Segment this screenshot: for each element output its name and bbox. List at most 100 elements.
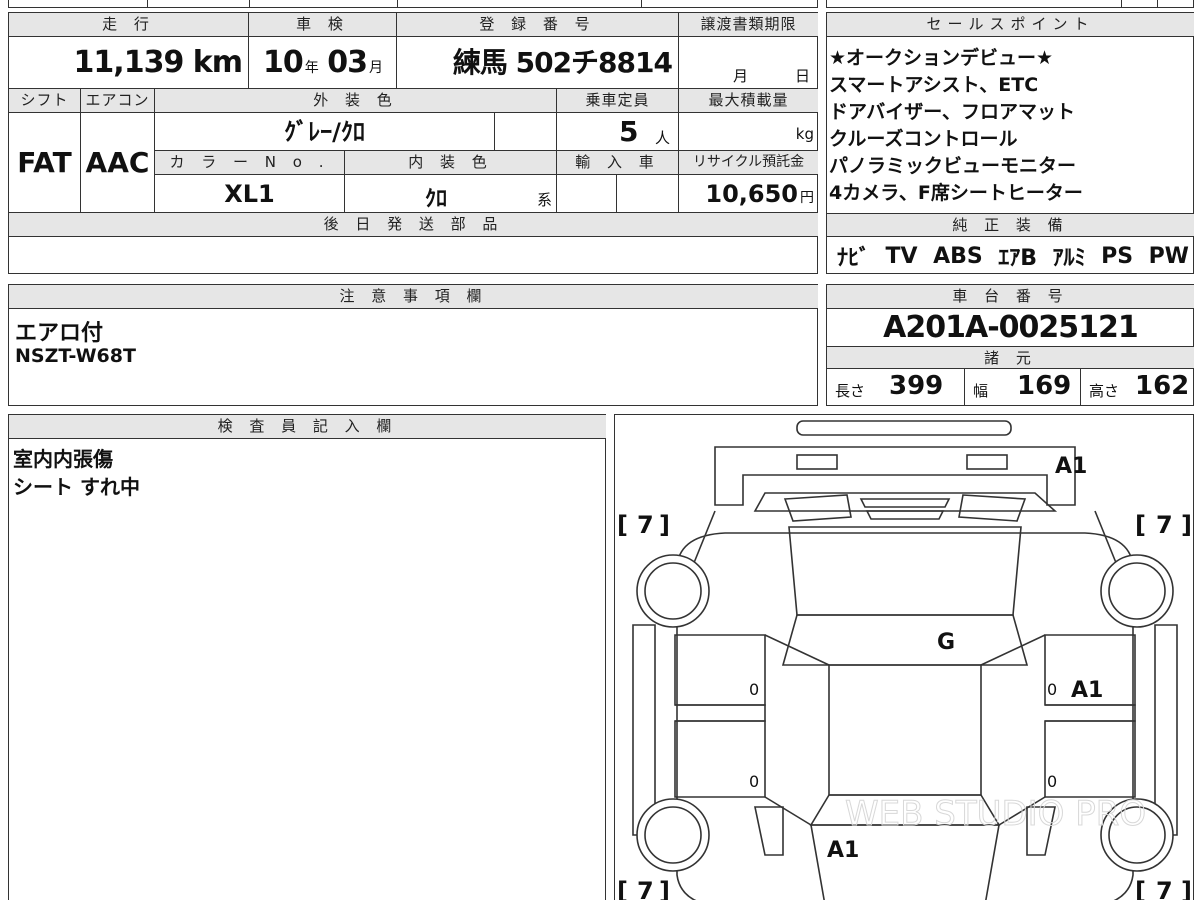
svg-text:]: ] [1181,877,1192,900]
mark-zero: 0 [749,772,759,791]
odometer-header: 走 行 [9,13,249,37]
odometer-value: 11,139 [73,45,185,80]
max-load-cell: kg [679,113,818,151]
width-cell: 幅 169 [965,369,1081,405]
sales-points-panel: セールスポイント ★オークションデビュー★ スマートアシスト、ETC ドアバイザ… [826,12,1194,274]
exterior-extra-cell [495,113,557,151]
registration-value: 練馬 502チ8814 [452,46,673,79]
import-cell-2 [617,175,679,213]
exterior-color-cell: ｸﾞﾚｰ/ｸﾛ [155,113,495,151]
recycle-fee-value: 10,650 [705,180,798,208]
max-load-unit: kg [795,125,814,143]
color-no-cell: XL1 [155,175,345,213]
svg-text:[: [ [1135,877,1146,900]
sales-points-header: セールスポイント [827,13,1194,37]
inspector-panel: 検 査 員 記 入 欄 室内内張傷 シート すれ中 [8,414,606,900]
ac-header: エアコン [81,89,155,113]
chassis-panel: 車 台 番 号 A201A-0025121 諸 元 長さ 399 幅 169 高… [826,284,1194,406]
recycle-fee-cell: 10,650 円 [679,175,818,213]
odometer-cell: 11,139 km [9,37,249,89]
width-label: 幅 [973,382,989,400]
transfer-day-unit: 日 [794,67,810,85]
svg-text:]: ] [659,877,670,900]
notes-line: NSZT-W68T [15,345,136,367]
interior-color-header: 内 装 色 [345,151,557,175]
inspector-header: 検 査 員 記 入 欄 [9,415,606,439]
ac-value: AAC [85,146,150,179]
car-diagram: [] [] [] [] 7 7 7 7 A1 G A1 A1 0 0 0 0 W… [617,420,1192,900]
svg-text:]: ] [1181,511,1192,539]
inspector-line: シート すれ中 [13,475,140,499]
vehicle-info-table: 走 行 車 検 登 録 番 号 譲渡書類期限 11,139 km 10 年 03 月… [8,12,818,274]
length-value: 399 [889,371,944,401]
import-header: 輸 入 車 [557,151,679,175]
svg-text:]: ] [659,511,670,539]
sales-points-list: ★オークションデビュー★ スマートアシスト、ETC ドアバイザー、フロアマット … [829,45,1191,207]
transfer-deadline-cell: 月 日 [679,37,818,89]
damage-diagram-panel: [] [] [] [] 7 7 7 7 A1 G A1 A1 0 0 0 0 W… [614,414,1194,900]
transfer-month-unit: 月 [733,67,749,85]
tire-depth-top-right: 7 [1156,511,1173,539]
notes-header: 注 意 事 項 欄 [9,285,818,309]
capacity-header: 乗車定員 [557,89,679,113]
mark-right-side: A1 [1071,678,1103,703]
chassis-number: A201A-0025121 [827,309,1194,347]
sales-point-line: ドアバイザー、フロアマット [829,101,1076,123]
svg-text:[: [ [1135,511,1146,539]
mark-zero: 0 [1047,772,1057,791]
equipment-item: ｴｱB [998,246,1038,271]
equipment-item: ｱﾙﾐ [1052,246,1086,271]
parts-body [9,237,818,273]
top-strip-right [826,0,1194,8]
inspection-cell: 10 年 03 月 [249,37,397,89]
registration-cell: 練馬 502チ8814 [397,37,679,89]
inspection-year-unit: 年 [304,60,319,76]
width-value: 169 [1017,371,1072,401]
length-label: 長さ [835,382,866,400]
registration-header: 登 録 番 号 [397,13,679,37]
height-value: 162 [1135,371,1190,401]
color-no-header: カ ラ ー N o . [155,151,345,175]
inspection-month-unit: 月 [368,60,383,76]
inspection-header: 車 検 [249,13,397,37]
mark-roof: G [937,630,955,655]
recycle-fee-header: リサイクル預託金 [679,151,818,175]
sales-point-line: 4カメラ、F席シートヒーター [829,182,1083,204]
interior-color-suffix: 系 [536,191,552,209]
height-label: 高さ [1089,382,1120,400]
equipment-item: ﾅﾋﾞ [837,246,871,271]
ac-cell: AAC [81,113,155,213]
shift-header: シフト [9,89,81,113]
import-cell [557,175,617,213]
tire-depth-bottom-left: 7 [637,877,654,900]
mark-zero: 0 [749,680,759,699]
capacity-unit: 人 [654,129,670,147]
chassis-header: 車 台 番 号 [827,285,1194,309]
mark-front: A1 [827,838,859,863]
length-cell: 長さ 399 [827,369,965,405]
exterior-color-value: ｸﾞﾚｰ/ｸﾛ [284,118,365,146]
svg-text:[: [ [617,511,628,539]
recycle-fee-unit: 円 [800,190,814,206]
sales-point-line: パノラミックビューモニター [829,155,1077,177]
watermark: WEB STUDIO PRO [845,794,1146,834]
sales-point-line: クルーズコントロール [829,128,1018,150]
max-load-header: 最大積載量 [679,89,818,113]
inspector-line: 室内内張傷 [13,447,113,471]
equipment-list: ﾅﾋﾞ TV ABS ｴｱB ｱﾙﾐ PS PW [837,239,1189,273]
tire-depth-top-left: 7 [637,511,654,539]
capacity-value: 5 [619,115,639,148]
tire-depth-bottom-right: 7 [1156,877,1173,900]
equipment-item: PW [1148,243,1189,269]
shift-value: FAT [17,146,72,179]
equipment-header: 純 正 装 備 [827,213,1194,237]
sales-point-line: スマートアシスト、ETC [829,74,1039,96]
spec-header: 諸 元 [827,347,1194,369]
equipment-item: TV [885,243,918,269]
height-cell: 高さ 162 [1081,369,1194,405]
odometer-unit: km [192,45,243,80]
mark-rear-right: A1 [1055,454,1087,479]
transfer-deadline-header: 譲渡書類期限 [679,13,818,37]
notes-panel: 注 意 事 項 欄 エアロ付 NSZT-W68T [8,284,818,406]
svg-text:[: [ [617,877,628,900]
